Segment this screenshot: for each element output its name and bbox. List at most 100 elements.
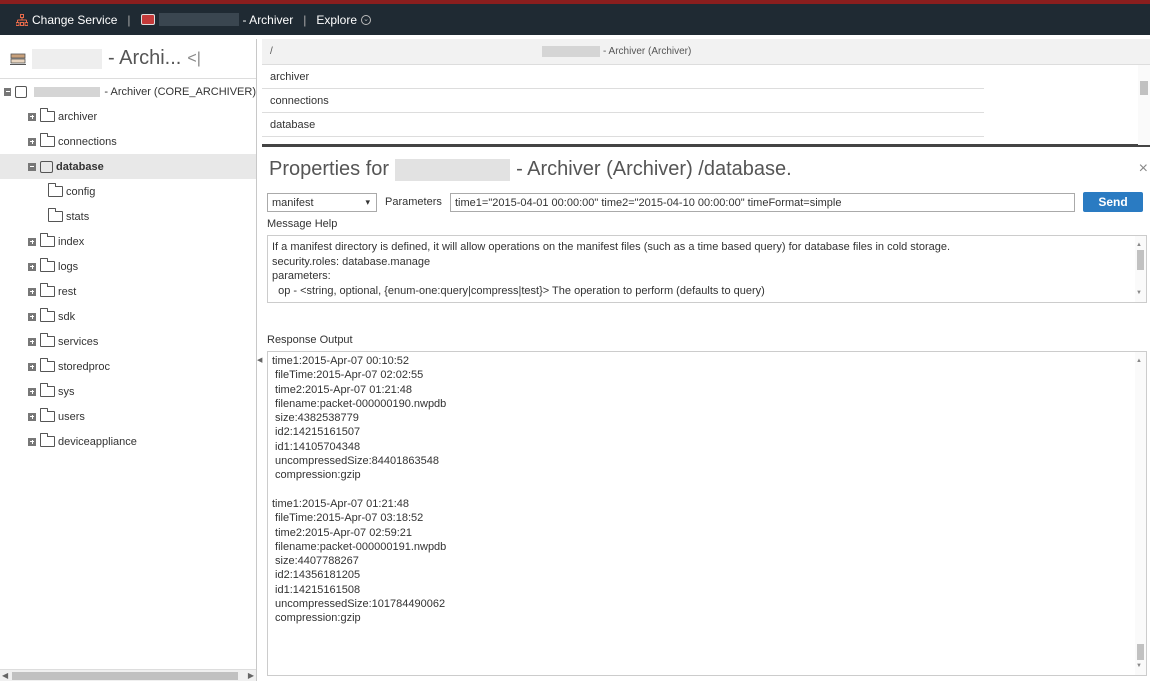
expand-icon[interactable] bbox=[28, 362, 36, 371]
redacted-device-name bbox=[32, 48, 102, 69]
tree-panel-header: - Archi... <| bbox=[0, 39, 256, 79]
folder-icon bbox=[40, 108, 55, 122]
send-button[interactable]: Send bbox=[1083, 192, 1143, 212]
chevron-down-icon: ▾ bbox=[365, 197, 370, 207]
tree-item-database[interactable]: database bbox=[0, 154, 256, 179]
node-column-header: - Archiver (Archiver) bbox=[542, 46, 691, 57]
expand-icon[interactable] bbox=[28, 412, 36, 421]
properties-title: Properties for - Archiver (Archiver) /da… bbox=[269, 158, 792, 181]
response-line: fileTime:2015-Apr-07 02:02:55 bbox=[272, 369, 424, 382]
folder-icon bbox=[40, 133, 55, 147]
tree-item-label: logs bbox=[58, 260, 79, 273]
response-line: fileTime:2015-Apr-07 03:18:52 bbox=[272, 512, 424, 525]
scroll-right-icon[interactable]: ▶ bbox=[248, 670, 254, 681]
expand-icon[interactable] bbox=[28, 262, 36, 271]
expand-icon[interactable] bbox=[28, 137, 36, 146]
tree-item-services[interactable]: services bbox=[0, 329, 256, 354]
response-line: time1:2015-Apr-07 01:21:48 bbox=[272, 497, 409, 510]
tree-item-logs[interactable]: logs bbox=[0, 254, 256, 279]
top-nav-bar: Change Service | - Archiver | Explore ⌄ bbox=[0, 0, 1150, 35]
tree-item-sys[interactable]: sys bbox=[0, 379, 256, 404]
tree-horizontal-scrollbar[interactable]: ◀ ▶ bbox=[0, 669, 256, 681]
explore-menu[interactable]: Explore ⌄ bbox=[316, 4, 372, 35]
path-row-connections[interactable]: connections bbox=[262, 89, 984, 113]
properties-panel: Properties for - Archiver (Archiver) /da… bbox=[262, 150, 1150, 681]
explore-label: Explore bbox=[316, 12, 358, 27]
help-line: security.roles: database.manage bbox=[272, 255, 431, 268]
path-column-header: / bbox=[270, 46, 273, 57]
service-suffix: - Archiver bbox=[242, 12, 294, 27]
expand-icon[interactable] bbox=[28, 387, 36, 396]
collapse-icon[interactable] bbox=[28, 162, 36, 171]
message-select[interactable]: manifest ▾ bbox=[267, 193, 377, 212]
scrollbar-thumb[interactable] bbox=[1137, 644, 1144, 660]
node-tree: - Archiver (CORE_ARCHIVER) archiver conn… bbox=[0, 79, 256, 454]
separator: | bbox=[303, 12, 307, 27]
message-help-box[interactable]: If a manifest directory is defined, it w… bbox=[267, 235, 1147, 303]
expand-icon[interactable] bbox=[28, 287, 36, 296]
tree-item-index[interactable]: index bbox=[0, 229, 256, 254]
close-icon[interactable]: × bbox=[1139, 160, 1148, 178]
response-scrollbar[interactable]: ▲ ▼ bbox=[1135, 352, 1146, 675]
scrollbar-thumb[interactable] bbox=[1140, 81, 1148, 95]
database-icon bbox=[15, 85, 28, 98]
scrollbar-thumb[interactable] bbox=[1137, 250, 1144, 270]
current-service[interactable]: - Archiver bbox=[140, 4, 294, 35]
tree-item-rest[interactable]: rest bbox=[0, 279, 256, 304]
expand-icon[interactable] bbox=[28, 112, 36, 121]
response-line: compression:gzip bbox=[272, 469, 361, 482]
tree-item-label: stats bbox=[66, 210, 90, 223]
tree-item-connections[interactable]: connections bbox=[0, 129, 256, 154]
tree-item-label: archiver bbox=[58, 110, 98, 123]
response-line: id1:14215161508 bbox=[272, 583, 361, 596]
scrollbar-thumb[interactable] bbox=[12, 672, 238, 680]
tree-root[interactable]: - Archiver (CORE_ARCHIVER) bbox=[0, 79, 256, 104]
properties-title-prefix: Properties for bbox=[269, 158, 390, 180]
tree-item-deviceappliance[interactable]: deviceappliance bbox=[0, 429, 256, 454]
path-table-scrollbar[interactable] bbox=[1138, 65, 1150, 145]
scroll-down-icon[interactable]: ▼ bbox=[1136, 659, 1142, 673]
path-table: / - Archiver (Archiver) archiver connect… bbox=[262, 39, 1150, 147]
properties-title-suffix: - Archiver (Archiver) /database. bbox=[516, 158, 792, 180]
expand-icon[interactable] bbox=[28, 337, 36, 346]
response-gap bbox=[272, 483, 1142, 497]
tree-item-stats[interactable]: stats bbox=[0, 204, 256, 229]
tree-item-archiver[interactable]: archiver bbox=[0, 104, 256, 129]
scroll-left-icon[interactable]: ◀ bbox=[2, 670, 8, 681]
message-help-label: Message Help bbox=[267, 218, 338, 230]
tree-item-label: index bbox=[58, 235, 85, 248]
scroll-down-icon[interactable]: ▼ bbox=[1136, 286, 1142, 301]
folder-icon bbox=[48, 208, 63, 222]
help-line: op - <string, optional, {enum-one:query|… bbox=[272, 284, 765, 297]
separator: | bbox=[127, 12, 131, 27]
change-service-button[interactable]: Change Service bbox=[0, 4, 117, 35]
expand-icon[interactable] bbox=[28, 437, 36, 446]
collapse-panel-icon[interactable]: <| bbox=[187, 50, 201, 68]
response-output-label: Response Output bbox=[267, 334, 353, 346]
response-output-box[interactable]: time1:2015-Apr-07 00:10:52 fileTime:2015… bbox=[267, 351, 1147, 676]
tree-item-storedproc[interactable]: storedproc bbox=[0, 354, 256, 379]
response-line: id2:14215161507 bbox=[272, 426, 361, 439]
parameters-input[interactable]: time1="2015-04-01 00:00:00" time2="2015-… bbox=[450, 193, 1075, 212]
response-line: filename:packet-000000190.nwpdb bbox=[272, 397, 447, 410]
tree-item-sdk[interactable]: sdk bbox=[0, 304, 256, 329]
network-icon bbox=[16, 13, 28, 26]
server-icon bbox=[10, 53, 26, 65]
response-line: id1:14105704348 bbox=[272, 440, 361, 453]
message-help-scrollbar[interactable]: ▲ ▼ bbox=[1135, 236, 1146, 302]
folder-icon bbox=[48, 183, 63, 197]
expand-icon[interactable] bbox=[28, 237, 36, 246]
path-row-database[interactable]: database bbox=[262, 113, 984, 137]
path-row-archiver[interactable]: archiver bbox=[262, 65, 984, 89]
redacted-node-name bbox=[395, 158, 511, 181]
tree-item-label: services bbox=[58, 335, 99, 348]
folder-icon bbox=[40, 358, 55, 372]
expand-icon[interactable] bbox=[28, 312, 36, 321]
redacted-service-name bbox=[158, 13, 239, 26]
node-column-label: - Archiver (Archiver) bbox=[603, 46, 692, 57]
scroll-up-icon[interactable]: ▲ bbox=[1136, 354, 1142, 368]
collapse-icon[interactable] bbox=[4, 87, 12, 96]
tree-item-label: connections bbox=[58, 135, 117, 148]
tree-item-users[interactable]: users bbox=[0, 404, 256, 429]
tree-item-config[interactable]: config bbox=[0, 179, 256, 204]
